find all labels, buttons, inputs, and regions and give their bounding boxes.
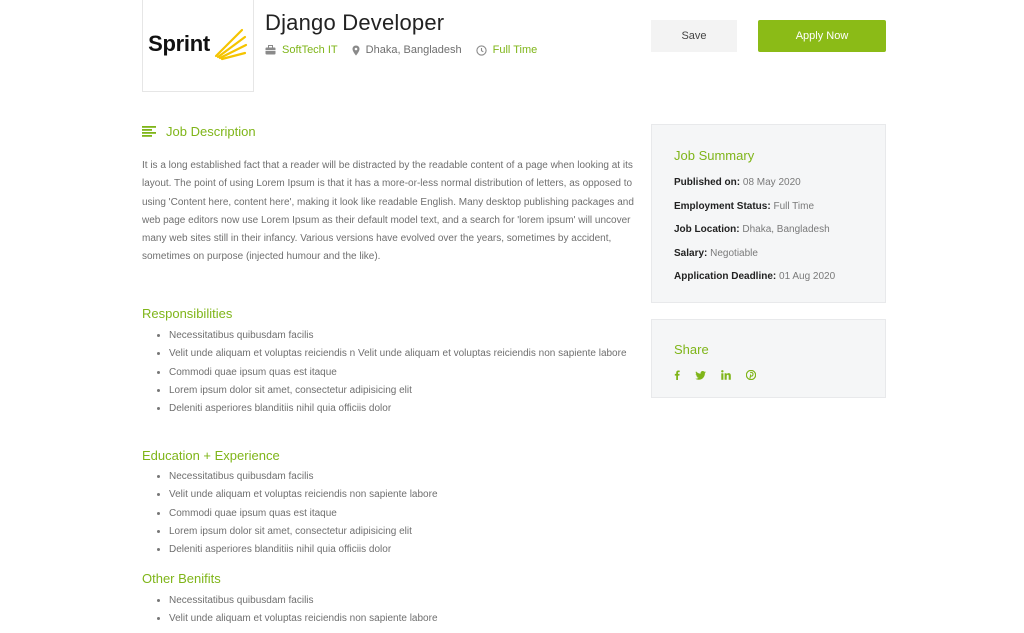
save-button[interactable]: Save bbox=[651, 20, 737, 52]
summary-value: 08 May 2020 bbox=[742, 177, 801, 188]
job-summary-card: Job Summary Published on: 08 May 2020 Em… bbox=[651, 124, 886, 303]
list-item: Lorem ipsum dolor sit amet, consectetur … bbox=[169, 382, 664, 400]
location-meta: Dhaka, Bangladesh bbox=[352, 44, 462, 56]
summary-deadline: Application Deadline: 01 Aug 2020 bbox=[674, 271, 835, 282]
education-title: Education + Experience bbox=[142, 448, 280, 463]
share-card: Share bbox=[651, 319, 886, 398]
list-item: Necessitatibus quibusdam facilis bbox=[169, 468, 664, 486]
list-item: Velit unde aliquam et voluptas reiciendi… bbox=[169, 486, 664, 504]
company-meta: SoftTech IT bbox=[265, 44, 338, 56]
pinterest-icon[interactable] bbox=[746, 370, 756, 380]
social-links bbox=[674, 370, 771, 380]
facebook-icon[interactable] bbox=[674, 370, 680, 380]
summary-label: Published on: bbox=[674, 177, 741, 188]
summary-value: Full Time bbox=[773, 201, 815, 212]
map-pin-icon bbox=[352, 45, 360, 55]
summary-published: Published on: 08 May 2020 bbox=[674, 177, 801, 188]
sprint-wing-icon bbox=[214, 28, 247, 61]
job-title: Django Developer bbox=[265, 10, 445, 35]
clock-icon bbox=[476, 44, 487, 56]
summary-value: Negotiable bbox=[710, 248, 758, 259]
job-description-heading: Job Description bbox=[142, 124, 256, 139]
job-summary-title: Job Summary bbox=[674, 148, 755, 163]
benefits-title: Other Benifits bbox=[142, 571, 221, 586]
benefits-list: Necessitatibus quibusdam facilis Velit u… bbox=[142, 592, 664, 629]
list-item: Lorem ipsum dolor sit amet, consectetur … bbox=[169, 523, 664, 541]
summary-employment-status: Employment Status: Full Time bbox=[674, 201, 814, 212]
apply-now-button[interactable]: Apply Now bbox=[758, 20, 886, 52]
education-list: Necessitatibus quibusdam facilis Velit u… bbox=[142, 468, 664, 559]
summary-label: Salary: bbox=[674, 248, 708, 259]
responsibilities-title: Responsibilities bbox=[142, 306, 233, 321]
logo-text: Sprint bbox=[148, 31, 210, 56]
summary-label: Job Location: bbox=[674, 224, 740, 235]
linkedin-icon[interactable] bbox=[721, 370, 731, 380]
company-link[interactable]: SoftTech IT bbox=[282, 44, 338, 56]
company-logo: Sprint bbox=[142, 0, 254, 92]
responsibilities-list: Necessitatibus quibusdam facilis Velit u… bbox=[142, 327, 664, 418]
briefcase-icon bbox=[265, 45, 276, 55]
summary-label: Employment Status: bbox=[674, 201, 771, 212]
list-lines-icon bbox=[142, 126, 156, 137]
summary-label: Application Deadline: bbox=[674, 271, 777, 282]
list-item: Necessitatibus quibusdam facilis bbox=[169, 592, 664, 610]
job-description-text: It is a long established fact that a rea… bbox=[142, 160, 634, 263]
list-item: Necessitatibus quibusdam facilis bbox=[169, 327, 664, 345]
list-item: Deleniti asperiores blanditiis nihil qui… bbox=[169, 400, 664, 418]
list-item: Velit unde aliquam et voluptas reiciendi… bbox=[169, 610, 664, 628]
list-item: Velit unde aliquam et voluptas reiciendi… bbox=[169, 345, 664, 363]
job-description-title: Job Description bbox=[166, 124, 256, 139]
summary-job-location: Job Location: Dhaka, Bangladesh bbox=[674, 224, 830, 235]
list-item: Commodi quae ipsum quas est itaque bbox=[169, 505, 664, 523]
summary-value: Dhaka, Bangladesh bbox=[742, 224, 830, 235]
job-meta: SoftTech IT Dhaka, Bangladesh Full Time bbox=[265, 44, 551, 56]
list-item: Deleniti asperiores blanditiis nihil qui… bbox=[169, 541, 664, 559]
location-text: Dhaka, Bangladesh bbox=[365, 44, 462, 56]
share-title: Share bbox=[674, 342, 709, 357]
job-type-text: Full Time bbox=[492, 44, 538, 56]
twitter-icon[interactable] bbox=[695, 370, 706, 380]
summary-salary: Salary: Negotiable bbox=[674, 248, 758, 259]
summary-value: 01 Aug 2020 bbox=[779, 271, 836, 282]
list-item: Commodi quae ipsum quas est itaque bbox=[169, 364, 664, 382]
job-type-meta: Full Time bbox=[476, 44, 538, 56]
